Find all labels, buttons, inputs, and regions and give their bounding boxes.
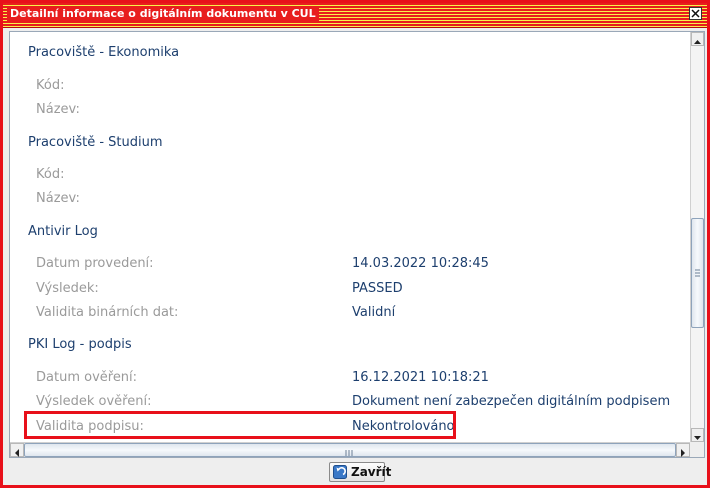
- row-value: Validní: [352, 305, 396, 320]
- chevron-right-icon: [681, 449, 685, 457]
- window-title: Detailní informace o digitálním dokument…: [7, 6, 319, 22]
- row-label: Validita binárních dat:: [36, 305, 179, 320]
- chevron-left-icon: [15, 449, 19, 457]
- title-bar[interactable]: Detailní informace o digitálním dokument…: [3, 3, 707, 28]
- row-value: Dokument není zabezpečen digitálním podp…: [352, 394, 671, 409]
- row-label: Kód:: [36, 78, 65, 93]
- row-label: Kód:: [36, 167, 65, 182]
- close-dialog-button[interactable]: Zavřít: [329, 462, 391, 482]
- section-title-pracoviste-ekonomika: Pracoviště - Ekonomika: [28, 45, 180, 60]
- vertical-scrollbar[interactable]: [690, 32, 704, 442]
- row-value: 14.03.2022 10:28:45: [352, 256, 489, 271]
- close-dialog-label: Zavřít: [351, 465, 392, 479]
- row-value: PASSED: [352, 281, 403, 296]
- scroll-left-button[interactable]: [10, 443, 24, 457]
- vertical-scroll-thumb[interactable]: [691, 218, 704, 328]
- detail-panel: Pracoviště - Ekonomika Kód: Název: Praco…: [9, 31, 705, 458]
- grip-icon: [695, 269, 700, 277]
- row-label: Datum provedení:: [36, 256, 154, 271]
- scroll-right-button[interactable]: [676, 443, 690, 457]
- section-title-pracoviste-studium: Pracoviště - Studium: [28, 135, 163, 150]
- scrollbar-corner: [690, 442, 704, 457]
- row-label: Výsledek:: [36, 281, 99, 296]
- row-label: Datum ověření:: [36, 370, 138, 385]
- dialog-window: Detailní informace o digitálním dokument…: [0, 0, 710, 488]
- row-label: Výsledek ověření:: [36, 394, 152, 409]
- scroll-down-button[interactable]: [691, 428, 704, 442]
- grip-icon: [345, 450, 353, 456]
- close-icon: [691, 9, 700, 18]
- section-title-pki-log-podpis: PKI Log - podpis: [28, 337, 132, 352]
- row-label: Název:: [36, 191, 80, 206]
- signature-validity-highlight: [24, 411, 456, 439]
- horizontal-scroll-thumb[interactable]: [24, 443, 676, 457]
- row-value: 16.12.2021 10:18:21: [352, 370, 489, 385]
- scroll-up-button[interactable]: [691, 32, 704, 46]
- window-close-button[interactable]: [689, 7, 702, 20]
- section-title-antivir-log: Antivir Log: [28, 224, 98, 239]
- detail-scroll-area[interactable]: Pracoviště - Ekonomika Kód: Název: Praco…: [10, 32, 690, 442]
- dialog-footer: Zavřít: [3, 459, 707, 485]
- back-arrow-icon: [333, 465, 347, 479]
- row-label: Název:: [36, 102, 80, 117]
- chevron-up-icon: [694, 40, 701, 44]
- horizontal-scrollbar[interactable]: [10, 442, 690, 457]
